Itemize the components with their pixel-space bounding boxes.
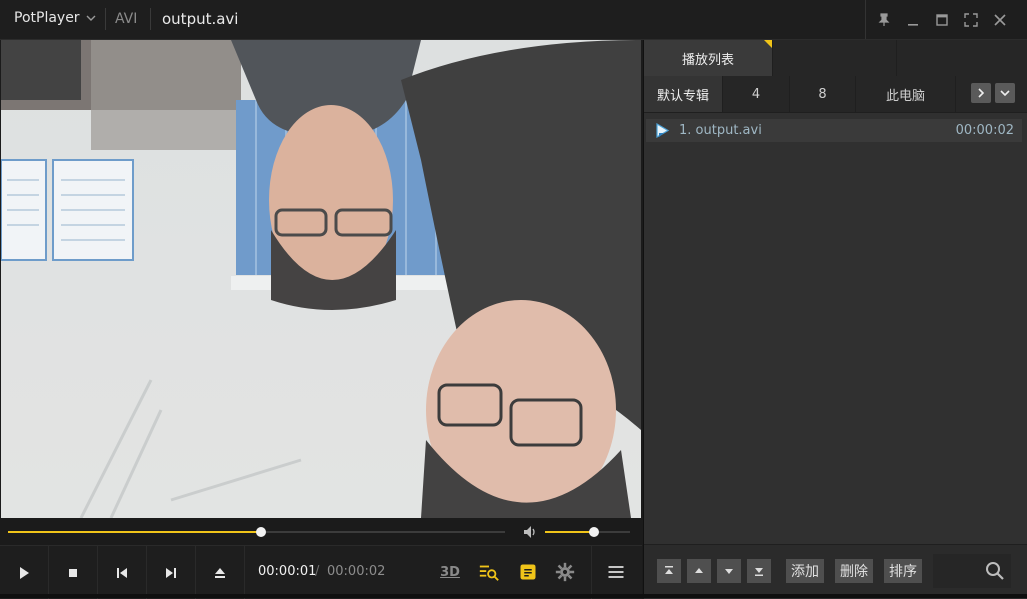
subtab-menu-button[interactable] [995,83,1015,103]
move-top-icon [665,566,673,574]
playlist-subtabs: 默认专辑 4 8 此电脑 [644,76,1027,113]
previous-icon [117,567,127,578]
volume-thumb[interactable] [589,527,600,537]
time-separator: / [315,564,320,579]
video-frame [1,40,641,518]
move-up-button[interactable] [687,559,711,583]
next-icon [166,567,176,578]
search-icon[interactable] [985,561,1005,581]
title-bar: PotPlayer AVI output.avi [0,0,1027,40]
tab-active-marker [764,40,772,48]
volume-icon[interactable] [522,524,538,540]
playlist-search-icon [479,565,499,581]
play-icon [20,566,29,579]
seek-bar-fill [8,531,262,533]
pin-icon [878,12,889,26]
title-divider [150,8,151,30]
menu-button[interactable] [604,560,628,584]
move-top-button[interactable] [657,559,681,583]
time-current: 00:00:01 [258,564,317,579]
previous-button[interactable] [98,546,147,599]
stop-button[interactable] [49,546,98,599]
chevron-down-icon [1000,90,1010,97]
playlist-panel: 播放列表 默认专辑 4 8 此电脑 1. output.avi 00:00:02 [643,40,1027,599]
next-button[interactable] [147,546,196,599]
gear-icon [555,562,575,582]
sort-button[interactable]: 排序 [884,559,922,583]
minimize-icon [907,23,918,26]
settings-button[interactable] [553,560,577,584]
maximize-button[interactable] [927,0,956,39]
subtab-next-button[interactable] [971,83,991,103]
panel-tabs: 播放列表 [644,40,1027,76]
3d-button[interactable]: 3D [438,560,462,584]
pin-button[interactable] [869,0,898,39]
subtab-4[interactable]: 4 [723,76,790,112]
file-title: output.avi [162,10,239,28]
move-down-icon [725,569,733,574]
eject-button[interactable] [196,546,245,599]
minimize-button[interactable] [898,0,927,39]
close-icon [993,13,1006,26]
add-button[interactable]: 添加 [786,559,824,583]
video-area[interactable] [1,40,641,518]
move-down-button[interactable] [717,559,741,583]
playlist-toolbar: 添加 删除 排序 [644,544,1027,599]
stop-icon [69,568,77,577]
play-icon [656,123,670,138]
close-button[interactable] [985,0,1014,39]
tab-empty[interactable] [773,40,897,76]
chevron-down-icon[interactable] [84,11,98,25]
eject-icon [215,567,225,578]
maximize-icon [935,13,948,26]
volume-slider-fill [545,531,595,533]
move-up-icon [695,568,703,573]
time-total[interactable]: 00:00:02 [327,564,385,579]
subtab-8[interactable]: 8 [790,76,856,112]
menu-icon [608,566,624,578]
title-divider [865,0,866,39]
app-name[interactable]: PotPlayer [14,10,80,26]
playlist-search-button[interactable] [477,560,501,584]
seek-thumb[interactable] [256,527,267,537]
move-bottom-icon [755,568,763,576]
3d-icon: 3D [440,564,460,580]
subtab-this-pc[interactable]: 此电脑 [856,76,956,112]
list-item-name: 1. output.avi [679,123,762,138]
fullscreen-button[interactable] [956,0,985,39]
fullscreen-icon [963,12,978,27]
window-bottom-edge [0,594,1027,598]
volume-slider[interactable] [545,527,630,537]
title-divider [105,8,106,30]
list-item[interactable]: 1. output.avi 00:00:02 [646,119,1022,142]
control-bar: 00:00:01 / 00:00:02 3D [0,545,642,599]
chevron-right-icon [978,88,985,98]
seek-bar[interactable] [8,527,505,537]
playlist-search-input[interactable] [933,554,1011,588]
delete-button[interactable]: 删除 [835,559,873,583]
subtitle-button[interactable] [516,560,540,584]
list-item-duration: 00:00:02 [955,123,1014,138]
move-bottom-button[interactable] [747,559,771,583]
format-label: AVI [115,11,138,27]
seek-row [0,519,642,545]
play-button[interactable] [0,546,49,599]
control-divider [591,546,592,599]
subtab-default-album[interactable]: 默认专辑 [644,76,723,112]
subtitle-icon [520,564,536,580]
tab-playlist[interactable]: 播放列表 [644,40,773,76]
